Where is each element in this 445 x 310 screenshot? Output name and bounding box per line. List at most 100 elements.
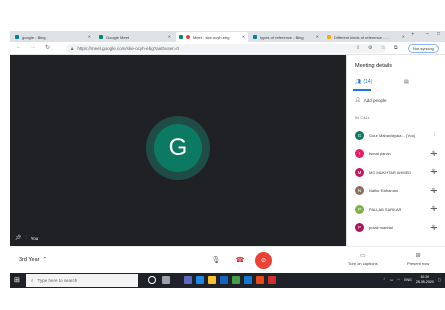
meeting-details-toggle[interactable]: 3rd Year ⌃: [19, 257, 47, 263]
browser-tab[interactable]: types of reference - Bing ✕: [250, 32, 322, 42]
teams-icon[interactable]: [184, 276, 192, 284]
powerpoint-icon[interactable]: [256, 276, 264, 284]
camera-button[interactable]: ⊘: [255, 252, 272, 269]
page-favicon-icon: [327, 35, 331, 39]
minimize-icon[interactable]: –: [426, 31, 429, 37]
file-explorer-icon[interactable]: [208, 276, 216, 284]
tab-title: Meet - ske-ocyh-ebg: [193, 34, 230, 40]
captions-icon: ▭: [359, 253, 366, 259]
url-text: https://meet.google.com/ske-ocyh-ebg?aut…: [77, 46, 179, 51]
browser-tab[interactable]: Google Meet ✕: [96, 32, 174, 42]
panel-tabs: 👥︎ (14) ▤: [347, 77, 445, 91]
tab-chat[interactable]: ▤: [404, 79, 409, 85]
tab-title: types of reference - Bing: [260, 34, 304, 40]
present-button[interactable]: ⊞ Present now: [407, 252, 429, 266]
forward-arrow-icon[interactable]: →: [30, 44, 36, 50]
search-placeholder: Type here to search: [37, 278, 78, 283]
in-call-section-label: IN CALL: [355, 116, 371, 120]
meet-favicon-icon: [99, 35, 103, 39]
audio-level-icon: ⫶: [25, 235, 27, 241]
tab-title: Different kinds of reference - ...: [334, 34, 389, 40]
close-tab-icon[interactable]: ✕: [168, 34, 171, 39]
meet-favicon-icon: [179, 35, 183, 39]
windows-taskbar: ⊞ ⌕ Type here to search ⌃ ▭ ◠ ENG 10:20 …: [10, 273, 445, 288]
browser-tab-strip: google - Bing ✕ Google Meet ✕ Meet - ske…: [10, 31, 445, 42]
captions-label: Turn on captions: [348, 261, 378, 266]
back-arrow-icon[interactable]: ←: [16, 44, 22, 50]
close-tab-icon[interactable]: ✕: [402, 34, 405, 39]
chevron-up-icon: ⌃: [42, 257, 48, 263]
mic-muted-icon: 🎙︎: [430, 150, 437, 157]
extension-icon[interactable]: ⚙: [368, 45, 372, 51]
reload-icon[interactable]: ↻: [45, 44, 50, 51]
mic-muted-icon: 🎙︎: [430, 224, 437, 231]
app-icon[interactable]: [268, 276, 276, 284]
chrome-icon[interactable]: [232, 276, 240, 284]
microphone-button[interactable]: 🎙︎: [208, 252, 224, 268]
self-tile-label: 📌︎ ⫶ You: [15, 235, 38, 241]
self-name: You: [30, 235, 39, 241]
pin-icon[interactable]: 📌︎: [15, 235, 21, 241]
mic-muted-icon: 🎙︎: [430, 169, 437, 175]
windows-start-icon[interactable]: ⊞: [14, 276, 20, 284]
hang-up-icon: ☎︎: [235, 257, 245, 264]
store-icon[interactable]: [220, 276, 228, 284]
tab-title: google - Bing: [22, 34, 46, 40]
participant-name: Ismat parvin: [369, 151, 391, 156]
mic-muted-icon: 🎙︎: [430, 206, 437, 212]
leave-call-button[interactable]: ☎︎: [232, 252, 248, 268]
browser-tab[interactable]: Different kinds of reference - ... ✕: [324, 32, 408, 42]
participant-row[interactable]: M MD MUKHTAR AHMED 🎙︎: [355, 167, 443, 177]
participant-name: pulak mandal: [369, 225, 393, 230]
add-people-button[interactable]: 👤︎ Add people: [355, 97, 387, 103]
mic-muted-icon: 🎙︎: [430, 187, 437, 194]
download-icon[interactable]: ⇩: [356, 45, 360, 51]
browser-tab-active[interactable]: Meet - ske-ocyh-ebg ✕: [176, 32, 248, 42]
profile-sync-button[interactable]: Not syncing: [408, 44, 439, 53]
participant-row[interactable]: I Ismat parvin 🎙︎: [355, 149, 443, 159]
edge-icon[interactable]: [196, 276, 204, 284]
taskbar-search[interactable]: ⌕ Type here to search: [26, 274, 138, 287]
browser-tab[interactable]: google - Bing ✕: [12, 32, 94, 42]
participant-row[interactable]: G Gour Mahavidyala... (You) ⫶: [355, 130, 443, 140]
maximize-icon[interactable]: □: [437, 31, 440, 37]
video-stage: G 📌︎ ⫶ You: [10, 55, 346, 246]
participant-row[interactable]: N Naflur Rahaman 🎙︎: [355, 186, 443, 196]
captions-button[interactable]: ▭ Turn on captions: [348, 252, 378, 266]
recording-dot-icon: [186, 35, 190, 39]
participant-avatar: I: [355, 149, 364, 158]
address-bar[interactable]: 🔒︎ https://meet.google.com/ske-ocyh-ebg?…: [66, 44, 386, 53]
favorite-star-icon[interactable]: ☆: [381, 45, 385, 51]
cortana-icon[interactable]: [148, 276, 156, 284]
add-person-icon: 👤︎: [355, 97, 361, 102]
bing-favicon-icon: [253, 35, 257, 39]
close-tab-icon[interactable]: ✕: [242, 34, 245, 39]
language-indicator[interactable]: ENG: [404, 278, 412, 282]
clock-date: 28-05-2020: [415, 279, 434, 284]
battery-icon[interactable]: ▭: [390, 278, 393, 282]
tab-title: Google Meet: [106, 34, 129, 40]
wifi-icon[interactable]: ◠: [397, 278, 400, 282]
meeting-title: 3rd Year: [19, 257, 40, 263]
word-icon[interactable]: [244, 276, 252, 284]
task-view-icon[interactable]: [162, 276, 170, 284]
tab-people[interactable]: 👥︎ (14): [355, 79, 372, 85]
new-tab-button[interactable]: +: [411, 32, 415, 38]
notifications-icon[interactable]: ▢: [438, 278, 441, 282]
close-tab-icon[interactable]: ✕: [316, 34, 319, 39]
participant-name: MD MUKHTAR AHMED: [369, 169, 412, 175]
clock[interactable]: 10:20 28-05-2020: [416, 275, 434, 284]
participant-row[interactable]: P PALLAB SARKAR 🎙︎: [355, 204, 443, 214]
participant-name: Gour Mahavidyala... (You): [369, 132, 416, 138]
collections-icon[interactable]: ⧉: [394, 45, 398, 51]
sync-label: Not syncing: [413, 46, 434, 51]
tray-expand-icon[interactable]: ⌃: [383, 278, 386, 282]
audio-level-icon: ⫶: [433, 132, 435, 138]
close-tab-icon[interactable]: ✕: [88, 34, 91, 39]
camera-off-icon: ⊘: [260, 258, 267, 264]
participant-row[interactable]: Ppulak mandal 🎙︎: [355, 223, 443, 233]
system-tray: ⌃ ▭ ◠ ENG 10:20 28-05-2020 ▢: [383, 275, 441, 284]
participant-avatar: P: [355, 223, 364, 232]
active-tab-indicator: [353, 89, 371, 91]
meeting-details-panel: Meeting details 👥︎ (14) ▤ 👤︎ Add people …: [346, 55, 445, 246]
